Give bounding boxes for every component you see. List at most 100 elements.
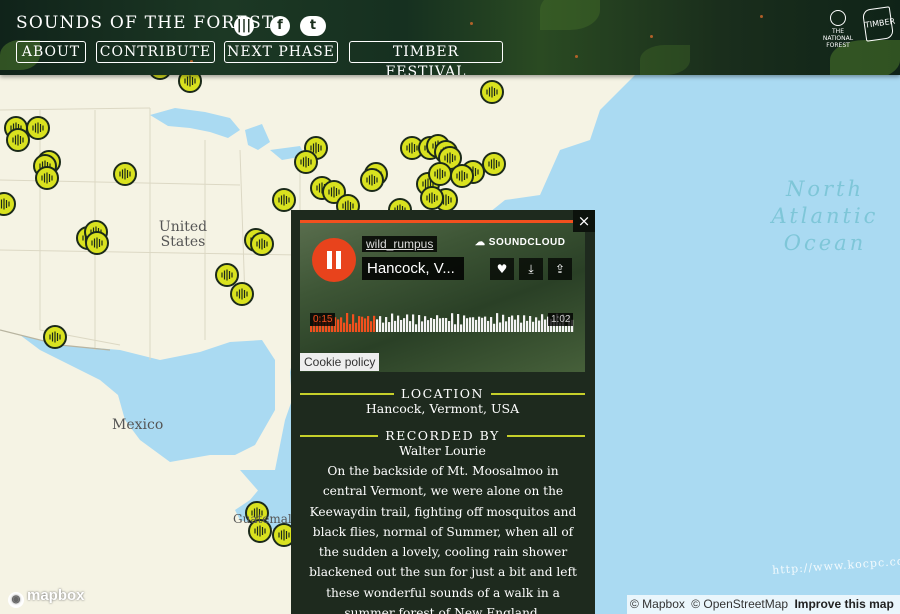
waveform-bar: [370, 321, 373, 332]
waveform-bar: [367, 316, 370, 332]
improve-map-link[interactable]: Improve this map: [794, 597, 893, 611]
recorded-by-value: Walter Lourie: [399, 443, 486, 458]
recorded-by-heading: RECORDED BY: [385, 428, 500, 443]
close-popup-button[interactable]: ×: [573, 210, 595, 232]
sound-marker-icon[interactable]: [230, 282, 254, 306]
waveform-bar: [484, 316, 487, 332]
heart-icon[interactable]: ♥: [490, 258, 514, 280]
mapbox-logo[interactable]: ◉ mapbox: [8, 586, 85, 608]
ocean-label-line: Ocean: [783, 231, 867, 255]
waveform-bar: [529, 316, 532, 332]
waveform-bar: [514, 319, 517, 332]
sound-marker-icon[interactable]: [480, 80, 504, 104]
waveform-bar: [379, 316, 382, 332]
nav-contribute[interactable]: CONTRIBUTE: [96, 41, 215, 63]
waveform-bar: [358, 316, 361, 332]
waveform-bar: [433, 319, 436, 332]
sound-marker-icon[interactable]: [85, 231, 109, 255]
waveform-bar: [535, 317, 538, 332]
waveform-bar: [361, 316, 364, 332]
sound-marker-icon[interactable]: [113, 162, 137, 186]
nav-timber-festival[interactable]: TIMBER FESTIVAL: [349, 41, 503, 75]
sound-marker-icon[interactable]: [482, 152, 506, 176]
waveform-bar: [478, 316, 481, 332]
sound-marker-icon[interactable]: [428, 162, 452, 186]
sound-marker-icon[interactable]: [6, 128, 30, 152]
waveform-bar: [475, 319, 478, 332]
waveform-bar: [487, 320, 490, 332]
waveform-bar: [355, 322, 358, 332]
waveform-bar: [460, 324, 463, 332]
waveform-bar: [526, 320, 529, 332]
waveform-bar: [439, 318, 442, 332]
waveform-bar: [373, 315, 376, 332]
waveform-bar: [421, 321, 424, 332]
national-forest-logo[interactable]: THE NATIONAL FOREST: [818, 10, 858, 49]
sound-marker-icon[interactable]: [272, 188, 296, 212]
country-label-mexico: Mexico: [112, 417, 164, 433]
twitter-icon[interactable]: t: [300, 16, 326, 36]
waveform-bar: [523, 315, 526, 332]
waveform-bar: [400, 319, 403, 332]
site-header: SOUNDS OF THE FOREST ||| f t ABOUT CONTR…: [0, 0, 900, 75]
pause-button[interactable]: [312, 238, 356, 282]
soundcloud-logo[interactable]: ☁ SOUNDCLOUD: [475, 236, 565, 250]
location-value: Hancock, Vermont, USA: [365, 401, 520, 416]
waveform-bar: [430, 317, 433, 332]
elapsed-time: 0:15: [310, 313, 336, 326]
sound-marker-icon[interactable]: [450, 164, 474, 188]
sound-marker-icon[interactable]: [215, 263, 239, 287]
sound-marker-icon[interactable]: [26, 116, 50, 140]
sound-icon[interactable]: |||: [234, 16, 254, 36]
waveform-bar: [502, 314, 505, 332]
mapbox-credit-link[interactable]: © Mapbox: [630, 597, 685, 611]
track-username[interactable]: wild_rumpus: [362, 236, 438, 252]
waveform-bar: [454, 324, 457, 332]
download-icon[interactable]: ⤓: [519, 258, 543, 280]
waveform-bar: [451, 313, 454, 332]
osm-credit-link[interactable]: © OpenStreetMap: [691, 597, 788, 611]
waveform-bar: [496, 313, 499, 332]
sound-marker-icon[interactable]: [0, 192, 16, 216]
waveform-bar: [565, 325, 568, 332]
waveform-bar: [445, 317, 448, 332]
nav-next-phase[interactable]: NEXT PHASE: [224, 41, 338, 63]
waveform-bar: [349, 324, 352, 332]
sound-marker-icon[interactable]: [420, 186, 444, 210]
cookie-policy-link[interactable]: Cookie policy: [300, 353, 380, 371]
waveform-bar: [466, 318, 469, 332]
track-title[interactable]: Hancock, V...: [362, 257, 464, 280]
sound-marker-icon[interactable]: [250, 232, 274, 256]
facebook-icon[interactable]: f: [270, 16, 290, 36]
waveform-bar: [385, 317, 388, 332]
timber-logo[interactable]: TIMBER: [861, 6, 896, 42]
waveform-bar: [391, 313, 394, 332]
waveform-bar: [463, 315, 466, 332]
waveform[interactable]: [310, 308, 574, 332]
waveform-bar: [343, 322, 346, 332]
waveform-bar: [469, 317, 472, 332]
waveform-bar: [340, 317, 343, 332]
waveform-bar: [457, 314, 460, 332]
waveform-bar: [532, 321, 535, 332]
share-icon[interactable]: ⇪: [548, 258, 572, 280]
country-label-guatemala: Guatemala: [233, 512, 299, 526]
nav-about[interactable]: ABOUT: [16, 41, 86, 63]
waveform-bar: [442, 317, 445, 332]
soundcloud-player[interactable]: wild_rumpus Hancock, V... ☁ SOUNDCLOUD ♥…: [300, 220, 585, 372]
sound-marker-icon[interactable]: [43, 325, 67, 349]
waveform-bar: [499, 322, 502, 332]
mapbox-icon: ◉: [8, 592, 24, 608]
sound-marker-icon[interactable]: [294, 150, 318, 174]
waveform-bar: [520, 322, 523, 332]
sound-marker-icon[interactable]: [360, 168, 384, 192]
sound-marker-icon[interactable]: [35, 166, 59, 190]
sound-description: On the backside of Mt. Moosalmoo in cent…: [309, 464, 577, 614]
ocean-label-line: Atlantic: [771, 204, 879, 228]
waveform-bar: [412, 314, 415, 332]
country-label-line: States: [160, 234, 206, 250]
waveform-bar: [511, 315, 514, 332]
waveform-bar: [472, 317, 475, 332]
waveform-bar: [403, 318, 406, 332]
waveform-bar: [418, 315, 421, 332]
